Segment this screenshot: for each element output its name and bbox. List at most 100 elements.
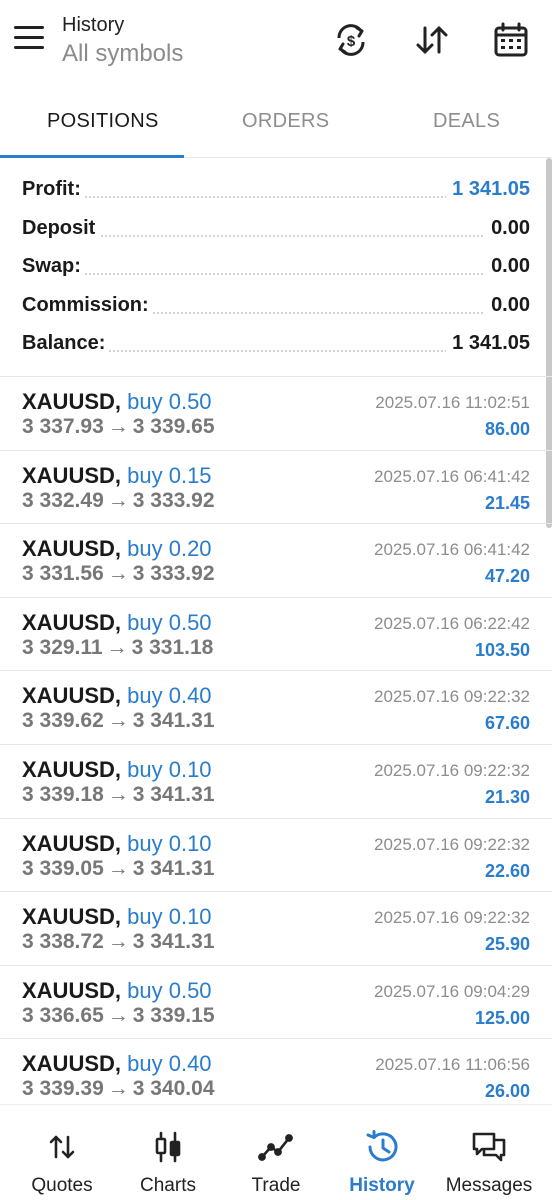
menu-icon[interactable] [14, 26, 46, 56]
symbol-name: XAUUSD, [22, 536, 122, 562]
nav-history[interactable]: History [327, 1105, 437, 1200]
position-time: 2025.07.16 09:22:32 [374, 760, 530, 780]
position-row[interactable]: XAUUSD, buy 0.50 3 336.65 → 3 339.15 2025.… [0, 966, 552, 1040]
close-price: 3 339.65 [132, 415, 215, 438]
summary-value: 0.00 [485, 293, 530, 317]
calendar-icon[interactable] [491, 20, 531, 60]
position-symbol: XAUUSD, buy 0.10 [22, 904, 212, 930]
close-price: 3 341.31 [132, 709, 215, 733]
position-prices: 3 329.11 → 3 331.18 [22, 636, 213, 660]
position-row[interactable]: XAUUSD, buy 0.40 3 339.39 → 3 340.04 2025.… [0, 1039, 552, 1113]
position-symbol: XAUUSD, buy 0.50 [22, 610, 212, 636]
nav-charts[interactable]: Charts [113, 1105, 223, 1200]
position-profit: 67.60 [484, 713, 530, 734]
arrow-right-icon: → [107, 1077, 129, 1101]
position-row[interactable]: XAUUSD, buy 0.10 3 338.72 → 3 341.31 2025.… [0, 892, 552, 966]
position-prices: 3 332.49 → 3 333.92 [22, 489, 215, 513]
nav-label: History [349, 1175, 415, 1196]
nav-label: Messages [445, 1175, 533, 1196]
position-prices: 3 339.62 → 3 341.31 [22, 709, 215, 733]
bottom-navigation: Quotes Charts Trade History Messages [0, 1104, 552, 1200]
nav-messages[interactable]: Messages [434, 1105, 544, 1200]
tab-positions[interactable]: POSITIONS [47, 110, 159, 133]
symbol-filter[interactable]: All symbols [62, 38, 183, 70]
position-row[interactable]: XAUUSD, buy 0.40 3 339.62 → 3 341.31 2025.… [0, 671, 552, 745]
active-tab-indicator [0, 155, 184, 158]
summary-label: Swap: [22, 255, 85, 278]
position-prices: 3 337.93 → 3 339.65 [22, 415, 215, 439]
position-symbol: XAUUSD, buy 0.50 [22, 978, 212, 1004]
position-row[interactable]: XAUUSD, buy 0.10 3 339.05 → 3 341.31 2025.… [0, 819, 552, 893]
open-price: 3 337.93 [22, 415, 104, 438]
position-row[interactable]: XAUUSD, buy 0.50 3 329.11 → 3 331.18 2025.… [0, 598, 552, 672]
position-row[interactable]: XAUUSD, buy 0.15 3 332.49 → 3 333.92 2025.… [0, 451, 552, 525]
summary-value: 0.00 [485, 255, 530, 278]
summary-row-deposit: Deposit 0.00 [0, 209, 552, 248]
nav-trade[interactable]: Trade [221, 1105, 331, 1200]
arrow-right-icon: → [107, 856, 129, 880]
open-price: 3 338.72 [22, 930, 104, 954]
position-time: 2025.07.16 09:04:29 [374, 981, 530, 1001]
arrow-right-icon: → [107, 709, 129, 733]
position-row[interactable]: XAUUSD, buy 0.50 3 337.93 → 3 339.65 2025.… [0, 377, 552, 451]
position-profit: 21.30 [484, 786, 530, 807]
position-profit: 22.60 [484, 860, 530, 881]
summary-label: Balance: [22, 332, 110, 355]
sort-icon[interactable] [412, 20, 452, 60]
symbol-name: XAUUSD, [22, 1051, 122, 1077]
arrow-right-icon: → [107, 488, 129, 512]
position-prices: 3 339.05 → 3 341.31 [22, 857, 215, 881]
summary-label: Deposit [22, 216, 100, 240]
symbol-name: XAUUSD, [22, 609, 122, 635]
page-title: History [62, 14, 125, 36]
position-prices: 3 338.72 → 3 341.31 [22, 930, 215, 954]
arrow-right-icon: → [107, 1003, 129, 1027]
currency-exchange-icon[interactable]: $ [331, 20, 371, 60]
symbol-name: XAUUSD, [22, 683, 122, 709]
position-type: buy 0.50 [127, 389, 212, 414]
tab-orders[interactable]: ORDERS [242, 110, 329, 133]
position-type: buy 0.40 [127, 1051, 212, 1077]
close-price: 3 339.15 [132, 1003, 215, 1027]
position-row[interactable]: XAUUSD, buy 0.20 3 331.56 → 3 333.92 2025.… [0, 524, 552, 598]
history-tabs: POSITIONS ORDERS DEALS [0, 96, 552, 158]
symbol-name: XAUUSD, [22, 756, 122, 782]
nav-label: Quotes [31, 1175, 93, 1196]
close-price: 3 331.18 [131, 635, 214, 659]
position-type: buy 0.10 [127, 830, 212, 856]
arrow-right-icon: → [107, 782, 129, 806]
symbol-name: XAUUSD, [22, 389, 122, 414]
open-price: 3 336.65 [22, 1003, 104, 1027]
title-block: History All symbols [62, 12, 183, 70]
open-price: 3 339.62 [22, 709, 104, 733]
summary-label: Profit: [22, 178, 85, 201]
open-price: 3 329.11 [22, 635, 103, 659]
tab-deals[interactable]: DEALS [433, 110, 500, 133]
position-symbol: XAUUSD, buy 0.40 [22, 1051, 212, 1077]
charts-icon [148, 1127, 188, 1167]
symbol-name: XAUUSD, [22, 462, 122, 488]
summary-row-commission: Commission: 0.00 [0, 286, 552, 325]
position-type: buy 0.50 [127, 609, 212, 635]
close-price: 3 333.92 [132, 488, 215, 512]
dotted-leader [22, 273, 530, 275]
position-symbol: XAUUSD, buy 0.10 [22, 757, 212, 783]
symbol-name: XAUUSD, [22, 977, 122, 1003]
trade-icon [256, 1127, 296, 1167]
position-profit: 103.50 [474, 639, 530, 660]
quotes-icon [42, 1127, 82, 1167]
position-time: 2025.07.16 09:22:32 [374, 908, 530, 928]
close-price: 3 341.31 [132, 856, 215, 880]
position-row[interactable]: XAUUSD, buy 0.10 3 339.18 → 3 341.31 2025.… [0, 745, 552, 819]
symbol-name: XAUUSD, [22, 830, 122, 856]
position-type: buy 0.10 [127, 904, 212, 930]
positions-list: XAUUSD, buy 0.50 3 337.93 → 3 339.65 2025.… [0, 376, 552, 1113]
open-price: 3 339.39 [22, 1077, 104, 1101]
position-type: buy 0.15 [127, 462, 212, 488]
nav-label: Trade [251, 1175, 301, 1196]
open-price: 3 331.56 [22, 562, 104, 586]
summary-row-swap: Swap: 0.00 [0, 247, 552, 286]
position-prices: 3 336.65 → 3 339.15 [22, 1004, 215, 1028]
nav-quotes[interactable]: Quotes [7, 1105, 117, 1200]
arrow-right-icon: → [107, 562, 129, 586]
